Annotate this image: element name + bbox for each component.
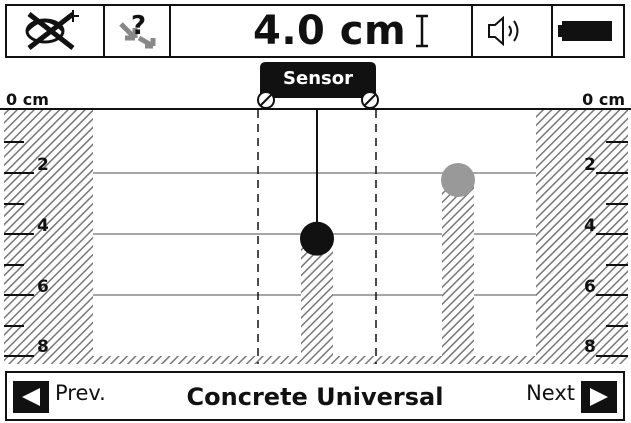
speaker-icon: [488, 15, 519, 47]
left-depth-6: 6: [37, 277, 49, 297]
metal-object-bar: [301, 238, 333, 364]
prev-label: Prev.: [55, 381, 106, 405]
wall-signal-cell[interactable]: [7, 6, 105, 56]
bottom-bar: Prev. Concrete Universal Next: [5, 371, 625, 421]
left-zero-label: 0 cm: [6, 90, 49, 109]
left-depth-2: 2: [37, 155, 49, 175]
non-metal-object-bar: [442, 180, 474, 364]
right-depth-8: 8: [584, 337, 596, 357]
next-button[interactable]: Next: [520, 379, 617, 415]
help-cell[interactable]: ?: [105, 6, 171, 56]
right-arrow-icon: [581, 381, 617, 413]
status-bar: ? 4.0 cm: [5, 4, 625, 58]
battery-cell: [553, 6, 623, 56]
next-label: Next: [526, 381, 575, 405]
metal-object: [300, 221, 334, 256]
right-depth-6: 6: [584, 277, 596, 297]
battery-icon: [558, 21, 612, 41]
depth-value: 4.0 cm: [253, 8, 407, 54]
detector-screen: ? 4.0 cm Sensor 0 cm 0 cm 2 4 6 8 2 4 6 …: [0, 0, 631, 423]
battery-x-icon: [25, 10, 79, 50]
sensor-label: Sensor: [283, 68, 353, 89]
left-depth-8: 8: [37, 337, 49, 357]
question-arrow-icon: ?: [119, 11, 156, 49]
right-zero-label: 0 cm: [582, 90, 625, 109]
non-metal-object: [441, 163, 475, 198]
right-depth-4: 4: [584, 216, 596, 236]
left-arrow-icon: [13, 381, 49, 413]
left-depth-4: 4: [37, 216, 49, 236]
scan-area: [0, 62, 631, 364]
svg-text:?: ?: [131, 11, 146, 41]
prev-button[interactable]: Prev.: [13, 379, 112, 415]
sound-cell[interactable]: [473, 6, 553, 56]
depth-cell: 4.0 cm: [171, 6, 473, 56]
right-depth-2: 2: [584, 155, 596, 175]
depth-marker-icon: [416, 14, 428, 48]
